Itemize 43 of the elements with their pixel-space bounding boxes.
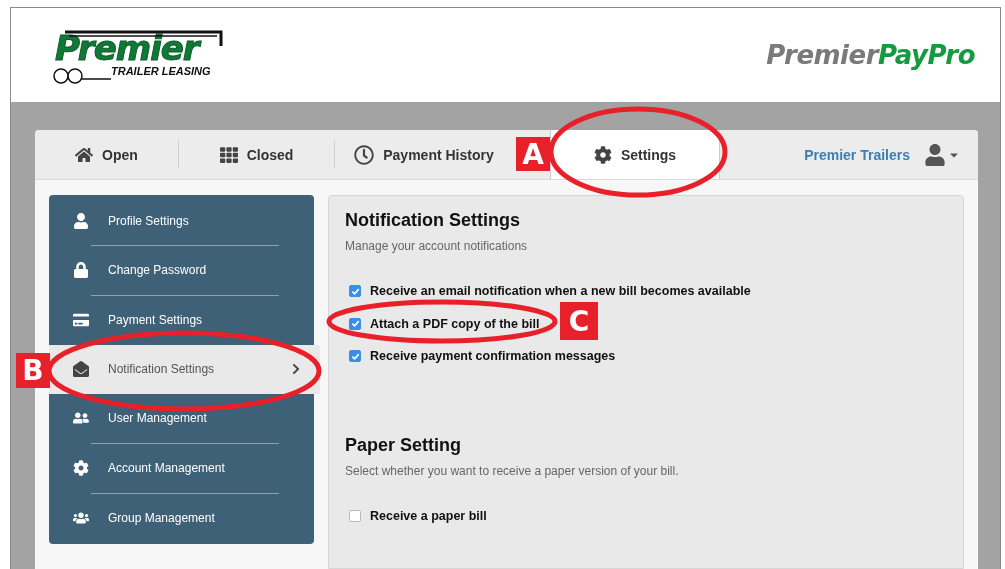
- checkbox-label: Receive an email notification when a new bill becomes available: [370, 284, 751, 299]
- checkbox[interactable]: [349, 509, 361, 522]
- user-menu-button[interactable]: [924, 143, 960, 166]
- nav-tab[interactable]: Settings: [550, 130, 720, 179]
- company-logo: Premier TRAILER LEASING: [51, 24, 231, 86]
- callout-label: A: [516, 137, 550, 171]
- lock-icon: [73, 262, 89, 279]
- envelope-icon: [73, 361, 89, 378]
- section-description: Select whether you want to receive a paper version of your bill.: [345, 463, 680, 478]
- home-icon: [75, 145, 94, 164]
- section-title: Notification Settings: [345, 210, 521, 231]
- sidebar-item[interactable]: Profile Settings: [49, 196, 314, 245]
- product-logo: PremierPayPro: [766, 40, 975, 70]
- grid-icon: [219, 145, 238, 164]
- checkbox-label: Receive payment confirmation messages: [370, 349, 616, 364]
- sidebar-item[interactable]: Change Password: [49, 246, 314, 295]
- nav-tab[interactable]: Open: [35, 130, 178, 179]
- people-icon: [73, 410, 89, 427]
- callout-label: C: [560, 302, 598, 340]
- sidebar-item[interactable]: Group Management: [49, 493, 314, 543]
- group-icon: [73, 510, 89, 527]
- callout-label: B: [16, 353, 50, 388]
- checkbox[interactable]: [349, 317, 361, 330]
- nav-tab[interactable]: Payment History: [335, 130, 513, 179]
- account-link[interactable]: Premier Trailers: [804, 146, 910, 163]
- user-icon: [924, 143, 946, 166]
- sidebar-item[interactable]: User Management: [49, 393, 314, 443]
- nav-tab[interactable]: Closed: [179, 130, 334, 179]
- checkbox-label: Attach a PDF copy of the bill: [370, 316, 540, 331]
- checkbox-label: Receive a paper bill: [370, 508, 487, 523]
- settings-icon: [593, 145, 612, 164]
- clock-icon: [354, 144, 375, 165]
- chevron-icon: [290, 363, 302, 376]
- sidebar-item[interactable]: Account Management: [49, 443, 314, 493]
- card-icon: [73, 312, 89, 329]
- sidebar-item[interactable]: Payment Settings: [49, 295, 314, 345]
- section-title: Paper Setting: [345, 434, 463, 456]
- checkbox[interactable]: [349, 285, 361, 298]
- section-description: Manage your account notifications: [345, 239, 529, 253]
- gear-icon: [73, 460, 89, 477]
- person-icon: [73, 212, 89, 229]
- checkbox[interactable]: [349, 350, 361, 363]
- sidebar-item[interactable]: Notification Settings: [49, 344, 320, 394]
